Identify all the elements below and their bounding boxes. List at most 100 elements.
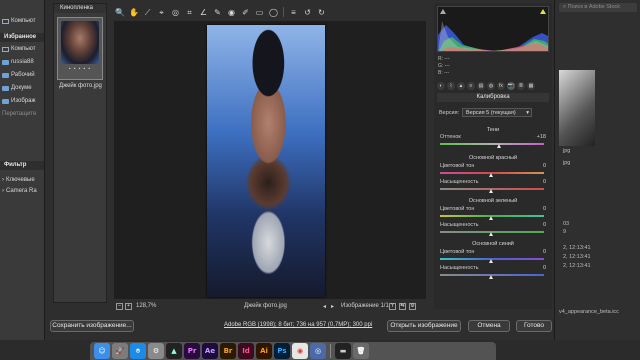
trash-icon[interactable]: 🗑 <box>353 343 369 359</box>
filmstrip-thumbnail[interactable]: • • • • • <box>57 17 103 80</box>
portrait-photo <box>207 25 325 297</box>
swap-settings-button[interactable]: ⇆ <box>399 303 406 310</box>
red-eye-icon[interactable]: ◉ <box>227 8 236 17</box>
white-balance-icon[interactable]: ⟋ <box>143 8 152 17</box>
filter-item-keywords[interactable]: › Ключевые <box>2 177 35 183</box>
system-preferences-icon[interactable]: ⚙ <box>148 343 164 359</box>
tint-value[interactable]: +18 <box>537 134 546 140</box>
green-saturation-slider-thumb[interactable] <box>489 232 493 236</box>
red-saturation-slider-thumb[interactable] <box>489 189 493 193</box>
green-saturation-value[interactable]: 0 <box>543 222 546 228</box>
adjustment-brush-icon[interactable]: ✐ <box>241 8 250 17</box>
rotate-right-icon[interactable]: ↻ <box>317 8 326 17</box>
metadata-line: jpg <box>563 148 571 154</box>
tool-bar: 🔍 ✋ ⟋ ⌖ ◎ ⌗ ∠ ✎ ◉ ✐ ▭ ◯ ≡ ↺ ↻ <box>115 6 326 18</box>
filter-section-title: Фильтр <box>0 161 44 170</box>
target-adjust-icon[interactable]: ◎ <box>171 8 180 17</box>
snapshots-icon[interactable]: ▦ <box>527 82 535 90</box>
red-hue-slider-thumb[interactable] <box>489 173 493 177</box>
metadata-line: 03 <box>563 221 570 227</box>
calibration-icon[interactable]: 📷 <box>507 82 515 90</box>
metadata-line: 2, 12:13:41 <box>563 245 591 251</box>
photoshop-icon[interactable]: Ps <box>274 343 290 359</box>
zoom-out-button[interactable]: – <box>116 303 123 310</box>
blue-saturation-value[interactable]: 0 <box>543 265 546 271</box>
green-saturation-label: Насыщенность <box>440 222 479 228</box>
safari-icon[interactable]: ⌾ <box>130 343 146 359</box>
metadata-line: jpg <box>563 160 571 166</box>
tone-curve-icon[interactable]: ⌇ <box>447 82 455 90</box>
launchpad-icon[interactable]: 🚀 <box>112 343 128 359</box>
workflow-options-link[interactable]: Adobe RGB (1998); 8 бит; 736 на 957 (0,7… <box>224 322 372 328</box>
blue-hue-slider-thumb[interactable] <box>489 259 493 263</box>
media-icon[interactable]: ▲ <box>166 343 182 359</box>
detail-icon[interactable]: ▲ <box>457 82 465 90</box>
version-select[interactable]: Версия 5 (текущая) ▾ <box>462 108 532 117</box>
straighten-icon[interactable]: ∠ <box>199 8 208 17</box>
highlight-clipping-warning[interactable] <box>540 9 546 14</box>
green-hue-slider-thumb[interactable] <box>489 216 493 220</box>
tint-slider-thumb[interactable] <box>497 144 501 148</box>
chevron-right-icon: › <box>2 177 4 183</box>
next-image-button[interactable]: ▸ <box>331 303 334 310</box>
presets-icon[interactable]: ≣ <box>517 82 525 90</box>
chevron-right-icon: › <box>2 188 4 194</box>
previous-image-button[interactable]: ◂ <box>323 303 326 310</box>
adjustment-panel: R: --- G: --- B: --- ◐ ⌇ ▲ ≡ ▤ ◍ fx 📷 ≣ ▦ Калибро… <box>434 3 552 309</box>
chrome-icon[interactable]: ◉ <box>292 343 308 359</box>
filter-item-camera-raw[interactable]: › Camera Ra <box>2 188 37 194</box>
color-sampler-icon[interactable]: ⌖ <box>157 8 166 17</box>
after-effects-icon[interactable]: Ae <box>202 343 218 359</box>
sidebar-item-russia[interactable]: russia88 <box>2 59 34 65</box>
adobe-stock-search-input[interactable]: ⌕ Поиск в Adobe Stock <box>559 3 637 12</box>
illustrator-icon[interactable]: Ai <box>256 343 272 359</box>
dock-separator <box>330 344 331 358</box>
zoom-icon[interactable]: 🔍 <box>115 8 125 17</box>
quicktime-icon[interactable]: ◎ <box>310 343 326 359</box>
tint-slider[interactable] <box>440 143 544 145</box>
list-icon[interactable]: ≡ <box>289 8 298 17</box>
open-image-button[interactable]: Открыть изображение <box>387 320 461 332</box>
graduated-filter-icon[interactable]: ▭ <box>255 8 264 17</box>
sidebar-item-documents[interactable]: Докуме <box>2 85 32 91</box>
green-hue-value[interactable]: 0 <box>543 206 546 212</box>
hand-icon[interactable]: ✋ <box>129 8 139 17</box>
radial-filter-icon[interactable]: ◯ <box>269 8 278 17</box>
version-value: Версия 5 (текущая) <box>466 110 516 116</box>
bridge-icon[interactable]: Br <box>220 343 236 359</box>
shadow-clipping-warning[interactable] <box>440 9 446 14</box>
blue-saturation-slider-thumb[interactable] <box>489 275 493 279</box>
done-button[interactable]: Готово <box>516 320 552 332</box>
blue-hue-value[interactable]: 0 <box>543 249 546 255</box>
split-toning-icon[interactable]: ▤ <box>477 82 485 90</box>
rating-stars[interactable]: • • • • • <box>61 66 99 71</box>
effects-icon[interactable]: fx <box>497 82 505 90</box>
red-primary-title: Основной красный <box>468 155 518 161</box>
red-hue-label: Цветовой тон <box>440 163 475 169</box>
sidebar-item-computer[interactable]: Компьют <box>2 18 35 24</box>
indesign-icon[interactable]: Id <box>238 343 254 359</box>
sidebar-item-pictures[interactable]: Изображ <box>2 98 35 104</box>
sidebar-item-desktop[interactable]: Рабочий <box>2 72 35 78</box>
before-after-button[interactable]: Y <box>389 303 396 310</box>
red-saturation-value[interactable]: 0 <box>543 179 546 185</box>
lens-icon[interactable]: ◍ <box>487 82 495 90</box>
version-label: Версия: <box>439 110 460 116</box>
image-preview[interactable] <box>114 21 426 299</box>
save-image-button[interactable]: Сохранить изображение... <box>50 320 134 332</box>
finder-icon[interactable]: ☺ <box>94 343 110 359</box>
zoom-level-select[interactable]: 128,7% <box>136 303 156 309</box>
rotate-left-icon[interactable]: ↺ <box>303 8 312 17</box>
premiere-icon[interactable]: Pr <box>184 343 200 359</box>
basic-icon[interactable]: ◐ <box>437 82 445 90</box>
cancel-button[interactable]: Отмена <box>468 320 510 332</box>
sidebar-item-computer-2[interactable]: Компьют <box>2 46 35 52</box>
crop-icon[interactable]: ⌗ <box>185 8 194 17</box>
panel-tabs: ◐ ⌇ ▲ ≡ ▤ ◍ fx 📷 ≣ ▦ <box>437 81 549 91</box>
view-settings-button[interactable]: ⚙ <box>409 303 416 310</box>
spot-removal-icon[interactable]: ✎ <box>213 8 222 17</box>
zoom-in-button[interactable]: + <box>125 303 132 310</box>
folder-icon[interactable]: ▬ <box>335 343 351 359</box>
red-hue-value[interactable]: 0 <box>543 163 546 169</box>
hsl-icon[interactable]: ≡ <box>467 82 475 90</box>
